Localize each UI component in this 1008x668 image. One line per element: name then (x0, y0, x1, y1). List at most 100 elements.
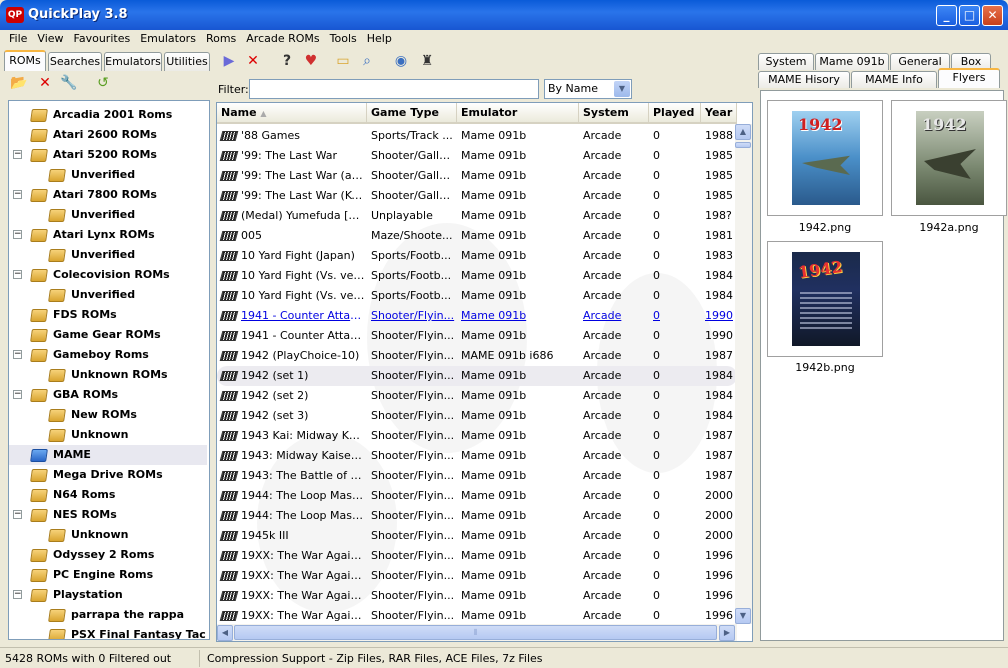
collapse-icon[interactable]: − (13, 230, 22, 239)
tree-node[interactable]: Mega Drive ROMs (9, 465, 207, 485)
table-row[interactable]: '99: The Last War (Ky... Shooter/Gallery M… (217, 186, 737, 206)
collapse-icon[interactable]: − (13, 150, 22, 159)
rom-tree[interactable]: Arcadia 2001 Roms Atari 2600 ROMs − Atari 5… (8, 100, 210, 640)
column-header-emulator[interactable]: Emulator (457, 103, 579, 124)
menu-view[interactable]: View (32, 30, 68, 47)
menu-roms[interactable]: Roms (201, 30, 241, 47)
tree-node[interactable]: − Gameboy Roms (9, 345, 207, 365)
tab-emulators[interactable]: Emulators (104, 52, 162, 71)
scroll-left-icon[interactable]: ◀ (217, 625, 233, 641)
tab-mame-history[interactable]: MAME Hisory (758, 71, 850, 88)
table-row[interactable]: '99: The Last War Shooter/Gallery Mame 091… (217, 146, 737, 166)
tree-node[interactable]: MAME (9, 445, 207, 465)
tree-node[interactable]: Game Gear ROMs (9, 325, 207, 345)
tree-node[interactable]: N64 Roms (9, 485, 207, 505)
scroll-down-icon[interactable]: ▼ (735, 608, 751, 624)
collapse-icon[interactable]: − (13, 510, 22, 519)
tab-utilities[interactable]: Utilities (164, 52, 210, 71)
column-header-played[interactable]: Played (649, 103, 701, 124)
table-row[interactable]: 1943: Midway Kaisen ... Shooter/Flyin... M… (217, 446, 737, 466)
table-row[interactable]: 1944: The Loop Maste... Shooter/Flyin... M… (217, 506, 737, 526)
tree-node[interactable]: Unverified (9, 205, 207, 225)
table-row[interactable]: '88 Games Sports/Track ... Mame 091b Arcade… (217, 126, 737, 146)
tree-node[interactable]: − Atari 5200 ROMs (9, 145, 207, 165)
tree-node[interactable]: − Colecovision ROMs (9, 265, 207, 285)
menu-file[interactable]: File (4, 30, 32, 47)
tab-mame-info[interactable]: MAME Info (851, 71, 937, 88)
table-row[interactable]: 19XX: The War Agains... Shooter/Flyin... M… (217, 586, 737, 606)
tree-node[interactable]: parrapa the rappa (9, 605, 207, 625)
column-header-system[interactable]: System (579, 103, 649, 124)
search-icon[interactable]: ⌕ (358, 52, 376, 70)
table-row[interactable]: 1942 (PlayChoice-10) Shooter/Flyin... MAME… (217, 346, 737, 366)
table-row[interactable]: 19XX: The War Agains... Shooter/Flyin... M… (217, 566, 737, 586)
tree-node[interactable]: − Playstation (9, 585, 207, 605)
play-icon[interactable]: ▶ (220, 52, 238, 70)
minimize-button[interactable]: _ (936, 5, 957, 26)
tree-node[interactable]: Unverified (9, 245, 207, 265)
tree-node[interactable]: Unknown (9, 525, 207, 545)
joystick-icon[interactable]: ♜ (418, 52, 436, 70)
table-row[interactable]: (Medal) Yumefuda [BET] Unplayable Mame 091… (217, 206, 737, 226)
table-row[interactable]: 1942 (set 3) Shooter/Flyin... Mame 091b Arc… (217, 406, 737, 426)
properties-icon[interactable]: 🔧 (60, 74, 78, 92)
vertical-scrollbar[interactable]: ▲ ▼ (735, 124, 752, 624)
tree-node[interactable]: FDS ROMs (9, 305, 207, 325)
scroll-thumb[interactable] (735, 142, 751, 148)
table-row[interactable]: 1944: The Loop Maste... Shooter/Flyin... M… (217, 486, 737, 506)
chevron-down-icon[interactable]: ▼ (614, 81, 630, 97)
flyer-thumbnail[interactable]: 1942 (891, 100, 1007, 216)
maximize-button[interactable]: □ (959, 5, 980, 26)
network-icon[interactable]: ◉ (392, 52, 410, 70)
table-row[interactable]: 1941 - Counter Attack... Shooter/Flyin...… (217, 326, 737, 346)
scroll-thumb-horizontal[interactable]: ⦀ (234, 625, 717, 640)
column-header-game-type[interactable]: Game Type (367, 103, 457, 124)
tree-node[interactable]: Unverified (9, 165, 207, 185)
collapse-icon[interactable]: − (13, 390, 22, 399)
filter-input[interactable] (249, 79, 539, 99)
tree-node[interactable]: New ROMs (9, 405, 207, 425)
tab-mame-091b[interactable]: Mame 091b (815, 53, 889, 70)
table-row[interactable]: 19XX: The War Agains... Shooter/Flyin... M… (217, 546, 737, 566)
sort-select[interactable]: By Name ▼ (544, 79, 632, 99)
tree-node[interactable]: − Atari 7800 ROMs (9, 185, 207, 205)
menu-favourites[interactable]: Favourites (69, 30, 136, 47)
delete-rom-icon[interactable]: ✕ (244, 52, 262, 70)
table-row[interactable]: '99: The Last War (alt... Shooter/Gallery… (217, 166, 737, 186)
tree-node[interactable]: − Atari Lynx ROMs (9, 225, 207, 245)
menu-tools[interactable]: Tools (325, 30, 362, 47)
close-button[interactable]: ✕ (982, 5, 1003, 26)
title-bar[interactable]: QP QuickPlay 3.8 _ □ ✕ (0, 0, 1008, 30)
column-header-name[interactable]: Name ▲ (217, 103, 367, 124)
table-row[interactable]: 1942 (set 1) Shooter/Flyin... Mame 091b Arc… (217, 366, 737, 386)
tab-system[interactable]: System (758, 53, 814, 70)
scroll-up-icon[interactable]: ▲ (735, 124, 751, 140)
table-row[interactable]: 1945k III Shooter/Flyin... Mame 091b Arcade… (217, 526, 737, 546)
unknown-rom-icon[interactable]: ? (278, 52, 296, 70)
table-row[interactable]: 10 Yard Fight (Japan) Sports/Footb... Mame… (217, 246, 737, 266)
column-header-year[interactable]: Year (701, 103, 737, 124)
tree-node[interactable]: PSX Final Fantasy Tac (9, 625, 207, 639)
open-folder-icon[interactable]: ▭ (334, 52, 352, 70)
table-row[interactable]: 1942 (set 2) Shooter/Flyin... Mame 091b Arc… (217, 386, 737, 406)
tree-node[interactable]: − NES ROMs (9, 505, 207, 525)
table-row[interactable]: 19XX: The War Agains... Shooter/Flyin... M… (217, 606, 737, 626)
flyer-thumbnail[interactable]: 1942 (767, 241, 883, 357)
tab-roms[interactable]: ROMs (4, 50, 46, 71)
favourite-icon[interactable]: ♥ (302, 52, 320, 70)
menu-help[interactable]: Help (362, 30, 397, 47)
table-row[interactable]: 10 Yard Fight (Vs. ver... Sports/Footb...… (217, 286, 737, 306)
collapse-icon[interactable]: − (13, 190, 22, 199)
delete-icon[interactable]: ✕ (36, 74, 54, 92)
tree-node[interactable]: Arcadia 2001 Roms (9, 105, 207, 125)
new-folder-icon[interactable]: 📂 (10, 74, 28, 92)
menu-arcade-roms[interactable]: Arcade ROMs (241, 30, 324, 47)
rom-grid[interactable]: Name ▲ Game Type Emulator System Played … (216, 102, 753, 642)
table-row[interactable]: 1941 - Counter Attack... Shooter/Flyin...… (217, 306, 737, 326)
tree-node[interactable]: Unknown ROMs (9, 365, 207, 385)
table-row[interactable]: 1943: The Battle of Mi... Shooter/Flyin..… (217, 466, 737, 486)
tab-flyers[interactable]: Flyers (938, 68, 1000, 88)
tree-node[interactable]: PC Engine Roms (9, 565, 207, 585)
table-row[interactable]: 10 Yard Fight (Vs. ver... Sports/Footb...… (217, 266, 737, 286)
refresh-icon[interactable]: ↺ (94, 74, 112, 92)
